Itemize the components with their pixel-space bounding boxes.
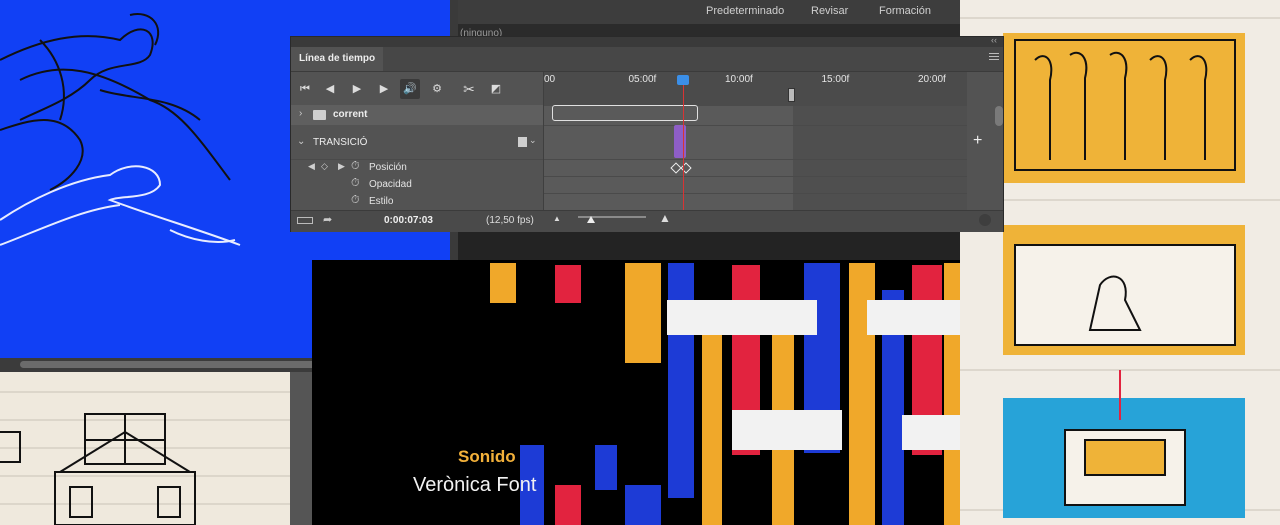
ruler-tick: 15:00f bbox=[821, 74, 850, 85]
workspace-bar: Predeterminado Revisar Formación bbox=[458, 0, 960, 25]
next-keyframe-icon[interactable]: ▶ bbox=[338, 161, 345, 172]
resize-grip[interactable] bbox=[979, 214, 991, 226]
ruler-tick: 20:00f bbox=[918, 74, 946, 85]
play-icon[interactable]: ▶ bbox=[347, 79, 367, 99]
ruler-tick: 00 bbox=[544, 74, 556, 85]
ruler-tick: 10:00f bbox=[725, 74, 753, 85]
panel-gap bbox=[458, 232, 960, 260]
zoom-in-mountain-icon[interactable]: ▲ bbox=[659, 211, 671, 225]
frame-rate: (12,50 fps) bbox=[486, 215, 534, 226]
panel-titlebar[interactable]: ‹‹ bbox=[291, 35, 1003, 47]
layer-name: corrent bbox=[333, 109, 368, 120]
divider bbox=[290, 372, 312, 525]
property-row-opacity[interactable]: ⏱ Opacidad bbox=[291, 177, 543, 194]
previous-frame-icon[interactable]: ◀ bbox=[320, 79, 340, 99]
credit-role: Sonido bbox=[458, 447, 516, 466]
property-label: Posición bbox=[369, 162, 407, 173]
go-to-first-frame-icon[interactable]: ⏮ bbox=[295, 79, 315, 99]
workspace-review[interactable]: Revisar bbox=[811, 5, 848, 17]
panel-tab-row: Línea de tiempo bbox=[291, 47, 1003, 72]
settings-gear-icon[interactable]: ⚙ bbox=[427, 79, 447, 99]
building-sketch bbox=[0, 391, 312, 525]
current-time: 0:00:07:03 bbox=[384, 215, 433, 226]
layer-row-corrent[interactable]: › corrent bbox=[291, 105, 543, 125]
timeline-toolbar: ⏮ ◀ ▶ ▶ 🔊 ⚙ ✂ ◩ bbox=[291, 72, 543, 106]
group-name: TRANSICIÓ bbox=[313, 137, 368, 148]
color-bars-artwork bbox=[490, 263, 960, 525]
group-row-transicio[interactable]: ⌄ TRANSICIÓ ⌄ bbox=[291, 126, 543, 160]
timeline-footer: ➦ 0:00:07:03 (12,50 fps) ▲ ▲ bbox=[291, 210, 1003, 232]
next-frame-icon[interactable]: ▶ bbox=[374, 79, 394, 99]
stopwatch-icon[interactable]: ⏱ bbox=[351, 194, 360, 207]
add-keyframe-icon[interactable]: ◇ bbox=[321, 161, 328, 172]
split-scissors-icon[interactable]: ✂ bbox=[459, 79, 479, 99]
storyboard-notebook bbox=[960, 0, 1280, 525]
track-separator bbox=[544, 159, 967, 160]
render-icon[interactable] bbox=[297, 217, 313, 224]
stopwatch-icon[interactable]: ⏱ bbox=[351, 160, 360, 173]
prev-keyframe-icon[interactable]: ◀ bbox=[308, 161, 315, 172]
track-separator bbox=[544, 193, 967, 194]
work-area-end-handle[interactable] bbox=[788, 88, 795, 102]
stopwatch-icon[interactable]: ⏱ bbox=[351, 177, 360, 190]
credit-name: Verònica Font bbox=[413, 474, 537, 496]
playhead-line bbox=[683, 82, 685, 210]
zoom-slider-thumb[interactable] bbox=[587, 216, 595, 223]
collapse-icon[interactable]: ‹‹ bbox=[991, 35, 997, 45]
workspace-training[interactable]: Formación bbox=[879, 5, 931, 17]
workspace-default[interactable]: Predeterminado bbox=[706, 5, 784, 17]
share-arrow-icon[interactable]: ➦ bbox=[323, 213, 332, 226]
transition-icon[interactable]: ◩ bbox=[486, 79, 506, 99]
folder-icon bbox=[313, 110, 326, 120]
track-separator bbox=[544, 176, 967, 177]
property-label: Opacidad bbox=[369, 179, 412, 190]
time-ruler[interactable]: 00 05:00f 10:00f 15:00f 20:00f bbox=[544, 72, 967, 107]
panel-menu-icon[interactable] bbox=[989, 53, 999, 63]
collapse-chevron-icon[interactable]: ⌄ bbox=[297, 136, 305, 147]
audio-icon[interactable]: 🔊 bbox=[400, 79, 420, 99]
expand-chevron-icon[interactable]: › bbox=[299, 108, 302, 119]
zoom-out-mountain-icon[interactable]: ▲ bbox=[553, 214, 561, 223]
playhead-handle[interactable] bbox=[677, 75, 690, 85]
track-separator bbox=[544, 125, 967, 126]
property-row-style[interactable]: ⏱ Estilo bbox=[291, 194, 543, 211]
chevron-down-icon[interactable]: ⌄ bbox=[529, 135, 537, 146]
property-label: Estilo bbox=[369, 196, 394, 207]
clip-bar-corrent[interactable] bbox=[552, 105, 698, 121]
track-area-outside bbox=[793, 106, 967, 210]
storyboard-sketches bbox=[960, 17, 1280, 518]
notebook-sketch-left bbox=[0, 372, 312, 525]
vertical-scrollbar-thumb[interactable] bbox=[995, 106, 1003, 126]
property-row-position[interactable]: ◀ ◇ ▶ ⏱ Posición bbox=[291, 160, 543, 177]
film-strip-icon[interactable] bbox=[518, 137, 527, 147]
video-preview bbox=[312, 260, 960, 525]
ruler-tick: 05:00f bbox=[628, 74, 657, 85]
timeline-panel[interactable]: ‹‹ Línea de tiempo ⏮ ◀ ▶ ▶ 🔊 ⚙ ✂ ◩ › cor… bbox=[290, 35, 1004, 232]
tab-timeline[interactable]: Línea de tiempo bbox=[291, 47, 384, 71]
add-track-icon[interactable]: + bbox=[973, 132, 982, 150]
